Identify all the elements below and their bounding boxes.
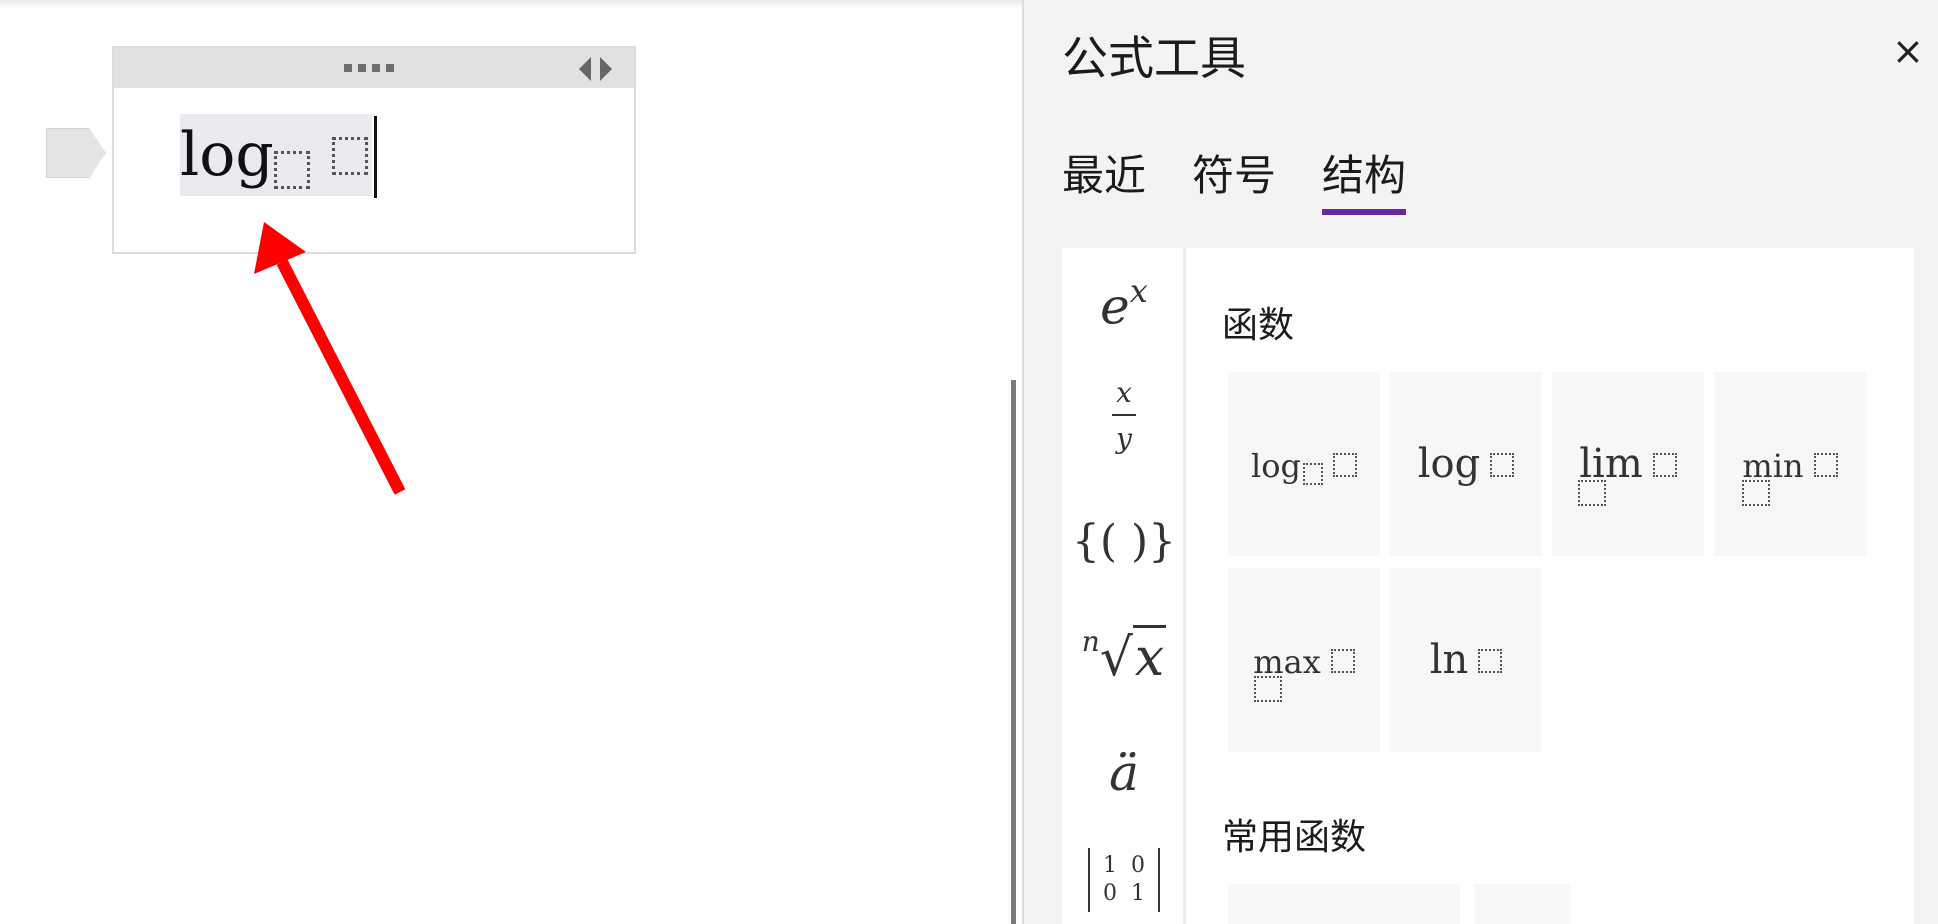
subscript-placeholder[interactable]	[273, 151, 310, 189]
category-script-button[interactable]: ex	[1062, 272, 1186, 336]
equation-content[interactable]: log	[180, 114, 372, 196]
triangle-left-icon[interactable]	[579, 57, 591, 81]
function-log-tile[interactable]: log	[1390, 372, 1542, 556]
drag-handle-icon[interactable]	[344, 64, 394, 72]
text-caret	[374, 116, 377, 198]
paragraph-handle[interactable]	[46, 128, 106, 178]
common-function-tile[interactable]	[1474, 884, 1570, 924]
common-function-tile[interactable]	[1228, 884, 1460, 924]
category-matrix-button[interactable]: 10 01	[1062, 848, 1186, 912]
annotation-arrow-icon	[254, 222, 406, 495]
scrollbar[interactable]	[1011, 380, 1016, 924]
category-accent-button[interactable]: ä	[1062, 744, 1186, 802]
section-heading-common-functions: 常用函数	[1222, 817, 1367, 858]
structures-panel: ex x y {( )} n√x ä 10 01 函数 log log lim …	[1062, 248, 1914, 924]
category-radical-button[interactable]: n√x	[1062, 625, 1186, 688]
top-shadow	[0, 0, 1022, 8]
pane-tabs: 最近 符号 结构	[1062, 142, 1407, 215]
tab-recent[interactable]: 最近	[1062, 142, 1146, 213]
category-bracket-button[interactable]: {( )}	[1062, 516, 1186, 567]
category-fraction-button[interactable]: x y	[1062, 378, 1186, 454]
equation-func-text: log	[180, 120, 274, 190]
pane-title: 公式工具	[1062, 31, 1246, 85]
function-max-tile[interactable]: max	[1228, 568, 1380, 752]
equation-tools-pane: 公式工具 × 最近 符号 结构 ex x y {( )} n√x ä 10 0	[1024, 0, 1938, 924]
function-ln-tile[interactable]: ln	[1390, 568, 1542, 752]
tab-symbols[interactable]: 符号	[1192, 142, 1276, 213]
category-strip: ex x y {( )} n√x ä 10 01	[1062, 248, 1186, 924]
close-icon[interactable]: ×	[1892, 32, 1924, 70]
tab-structures[interactable]: 结构	[1322, 142, 1407, 215]
argument-placeholder[interactable]	[331, 137, 368, 175]
function-log-base-tile[interactable]: log	[1228, 372, 1380, 556]
triangle-right-icon[interactable]	[600, 57, 612, 81]
function-lim-tile[interactable]: lim	[1552, 372, 1704, 556]
function-min-tile[interactable]: min	[1714, 372, 1866, 556]
section-heading-functions: 函数	[1222, 305, 1295, 346]
equation-grip-bar[interactable]	[114, 48, 634, 88]
